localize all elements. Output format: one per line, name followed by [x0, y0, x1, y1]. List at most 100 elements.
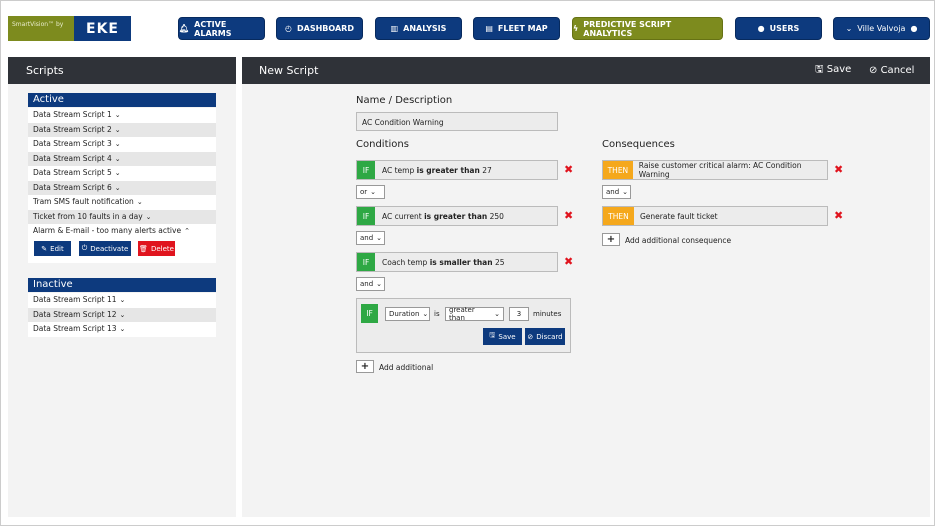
user-icon: ● [757, 24, 765, 33]
script-item[interactable]: Data Stream Script 6 ⌄ [28, 180, 216, 195]
chevron-down-icon: ⌄ [376, 280, 383, 288]
power-icon: ⏻ [81, 244, 88, 252]
remove-consequence-icon[interactable]: ✖ [834, 209, 843, 222]
is-text: is [434, 310, 440, 318]
logo-brand: SmartVision™ by [8, 16, 74, 41]
editor-title: New Script [259, 64, 319, 77]
bell-icon: 🔔︎ [179, 24, 190, 33]
condition-row[interactable]: IF AC current is greater than 250 [356, 206, 558, 226]
chevron-down-icon: ⌄ [114, 111, 121, 119]
chevron-down-icon: ⌄ [136, 198, 143, 206]
nav-active-alarms[interactable]: 🔔︎ ACTIVE ALARMS [178, 17, 265, 40]
chevron-down-icon: ⌄ [114, 140, 121, 148]
chevron-up-icon: ⌃ [184, 227, 190, 235]
condition-row[interactable]: IF Coach temp is smaller than 25 [356, 252, 558, 272]
unit-text: minutes [533, 310, 562, 318]
delete-button[interactable]: 🗑︎ Delete [138, 241, 175, 256]
script-item[interactable]: Data Stream Script 5 ⌄ [28, 166, 216, 181]
conditions-label: Conditions [356, 139, 409, 150]
logo: SmartVision™ by EKE [8, 16, 131, 41]
chevron-down-icon: ⌄ [119, 296, 126, 304]
cancel-icon: ⊘ [869, 65, 878, 76]
edit-button[interactable]: ✎ Edit [34, 241, 71, 256]
scripts-header: Scripts [8, 57, 236, 84]
operator-select[interactable]: greater than ⌄ [445, 306, 504, 322]
logo-company: EKE [74, 16, 131, 41]
name-label: Name / Description [356, 95, 453, 106]
floppy-icon: 🖫 [489, 331, 496, 339]
cancel-icon: ⊘ [527, 332, 534, 341]
connector-select[interactable]: or ⌄ [356, 185, 385, 199]
script-item[interactable]: Data Stream Script 4 ⌄ [28, 151, 216, 166]
remove-condition-icon[interactable]: ✖ [564, 255, 573, 268]
trash-icon: 🗑︎ [139, 244, 148, 253]
gauge-icon: ◴ [285, 24, 292, 33]
add-condition-button[interactable]: + [356, 360, 374, 373]
remove-condition-icon[interactable]: ✖ [564, 163, 573, 176]
consequence-row[interactable]: THEN Raise customer critical alarm: AC Co… [602, 160, 828, 180]
if-tag: IF [361, 304, 378, 323]
if-tag: IF [357, 207, 375, 225]
add-consequence-button[interactable]: + [602, 233, 620, 246]
deactivate-button[interactable]: ⏻ Deactivate [79, 241, 131, 256]
script-item[interactable]: Data Stream Script 2 ⌄ [28, 122, 216, 137]
chevron-down-icon: ⌄ [119, 310, 126, 319]
condition-save-button[interactable]: 🖫 Save [483, 328, 522, 345]
pencil-icon: ✎ [41, 244, 48, 253]
user-menu[interactable]: ⌄ Ville Valvoja ● [833, 17, 930, 40]
nav-fleet-map[interactable]: ▤ FLEET MAP [473, 17, 560, 40]
inactive-section-header: Inactive [28, 278, 216, 292]
condition-discard-button[interactable]: ⊘ Discard [525, 328, 565, 345]
chevron-down-icon: ⌄ [370, 188, 377, 196]
nav-analysis[interactable]: ▥ ANALYSIS [375, 17, 462, 40]
if-tag: IF [357, 161, 375, 179]
script-item[interactable]: Data Stream Script 12 ⌄ [28, 307, 216, 322]
scripts-title: Scripts [26, 64, 64, 77]
script-item[interactable]: Tram SMS fault notification ⌄ [28, 195, 216, 210]
chevron-down-icon: ⌄ [114, 183, 121, 192]
chevron-down-icon: ⌄ [422, 310, 429, 318]
add-consequence-label[interactable]: Add additional consequence [625, 236, 731, 245]
field-select[interactable]: Duration ⌄ [385, 307, 430, 321]
plus-icon: + [606, 234, 616, 245]
chevron-down-icon: ⌄ [114, 125, 121, 134]
chevron-down-icon: ⌄ [119, 325, 126, 333]
nav-users[interactable]: ● USERS [735, 17, 822, 40]
value-input[interactable]: 3 [509, 307, 529, 321]
nav-predictive-script-analytics[interactable]: ϟ PREDICTIVE SCRIPT ANALYTICS [572, 17, 723, 40]
nav-dashboard[interactable]: ◴ DASHBOARD [276, 17, 363, 40]
connector-select[interactable]: and ⌄ [356, 231, 385, 245]
add-condition-label[interactable]: Add additional [379, 363, 433, 372]
connector-select[interactable]: and ⌄ [356, 277, 385, 291]
consequence-row[interactable]: THEN Generate fault ticket [602, 206, 828, 226]
script-item[interactable]: Data Stream Script 11 ⌄ [28, 293, 216, 308]
consequence-connector-select[interactable]: and ⌄ [602, 185, 631, 199]
script-item[interactable]: Ticket from 10 faults in a day ⌄ [28, 209, 216, 224]
editor-header: New Script 🖫 Save ⊘ Cancel [242, 57, 930, 84]
condition-row[interactable]: IF AC temp is greater than 27 [356, 160, 558, 180]
remove-condition-icon[interactable]: ✖ [564, 209, 573, 222]
active-section-header: Active [28, 93, 216, 107]
bar-chart-icon: ▥ [390, 24, 399, 33]
chevron-down-icon: ⌄ [145, 212, 152, 221]
script-item[interactable]: Data Stream Script 13 ⌄ [28, 322, 216, 337]
chevron-down-icon: ⌄ [494, 310, 500, 318]
floppy-icon: 🖫 [815, 64, 824, 75]
chevron-down-icon: ⌄ [114, 154, 121, 163]
plus-icon: + [360, 361, 370, 372]
script-item[interactable]: Data Stream Script 3 ⌄ [28, 137, 216, 152]
remove-consequence-icon[interactable]: ✖ [834, 163, 843, 176]
map-icon: ▤ [485, 24, 493, 33]
name-input[interactable]: AC Condition Warning [356, 112, 558, 131]
chevron-down-icon: ⌄ [376, 234, 383, 242]
then-tag: THEN [603, 161, 633, 179]
script-item[interactable]: Data Stream Script 1 ⌄ [28, 108, 216, 123]
bolt-icon: ϟ [573, 24, 579, 33]
chevron-down-icon: ⌄ [845, 24, 853, 33]
cancel-button[interactable]: ⊘ Cancel [869, 65, 914, 76]
then-tag: THEN [603, 207, 634, 225]
chevron-down-icon: ⌄ [114, 169, 121, 177]
chevron-down-icon: ⌄ [622, 188, 629, 196]
consequences-label: Consequences [602, 139, 675, 150]
save-button[interactable]: 🖫 Save [815, 62, 851, 79]
